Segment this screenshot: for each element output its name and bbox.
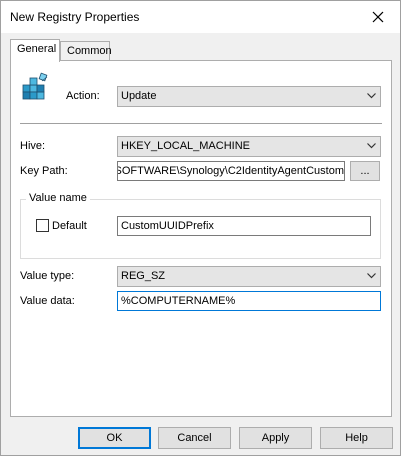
default-checkbox[interactable]: [36, 219, 49, 232]
key-path-input[interactable]: SOFTWARE\Synology\C2IdentityAgentCustom: [117, 161, 345, 181]
hive-dropdown[interactable]: HKEY_LOCAL_MACHINE: [117, 136, 381, 157]
value-type-dropdown[interactable]: REG_SZ: [117, 266, 381, 287]
key-path-browse-button[interactable]: ...: [350, 161, 380, 181]
hive-value: HKEY_LOCAL_MACHINE: [121, 140, 250, 152]
key-path-value: SOFTWARE\Synology\C2IdentityAgentCustom: [117, 165, 344, 177]
separator: [20, 123, 382, 124]
value-type-label: Value type:: [20, 270, 75, 282]
action-label: Action:: [66, 90, 100, 102]
key-path-label: Key Path:: [20, 165, 68, 177]
close-icon: [372, 11, 384, 23]
title-bar: New Registry Properties: [1, 1, 400, 33]
apply-button[interactable]: Apply: [239, 427, 312, 449]
registry-icon: [20, 71, 52, 103]
value-type-value: REG_SZ: [121, 270, 166, 282]
default-checkbox-label: Default: [52, 220, 87, 232]
value-data-input[interactable]: %COMPUTERNAME%: [117, 291, 381, 311]
chevron-down-icon: [367, 273, 376, 279]
action-dropdown[interactable]: Update: [117, 86, 381, 107]
value-name-value: CustomUUIDPrefix: [121, 220, 214, 232]
value-data-label: Value data:: [20, 295, 75, 307]
general-tab-page: Action: Update Hive: HKEY_LOCAL_MACHINE …: [10, 60, 392, 417]
tab-general[interactable]: General: [10, 39, 60, 62]
close-button[interactable]: [356, 1, 400, 33]
action-value: Update: [121, 90, 157, 102]
help-button[interactable]: Help: [320, 427, 393, 449]
value-name-legend: Value name: [26, 192, 90, 204]
value-data-value: %COMPUTERNAME%: [121, 295, 236, 307]
hive-label: Hive:: [20, 140, 46, 152]
chevron-down-icon: [367, 143, 376, 149]
tab-common[interactable]: Common: [60, 41, 112, 62]
window-title: New Registry Properties: [10, 10, 140, 24]
ok-button[interactable]: OK: [78, 427, 151, 449]
chevron-down-icon: [367, 93, 376, 99]
cancel-button[interactable]: Cancel: [158, 427, 231, 449]
value-name-input[interactable]: CustomUUIDPrefix: [117, 216, 371, 236]
dialog-window: New Registry Properties General Common A…: [0, 0, 401, 456]
